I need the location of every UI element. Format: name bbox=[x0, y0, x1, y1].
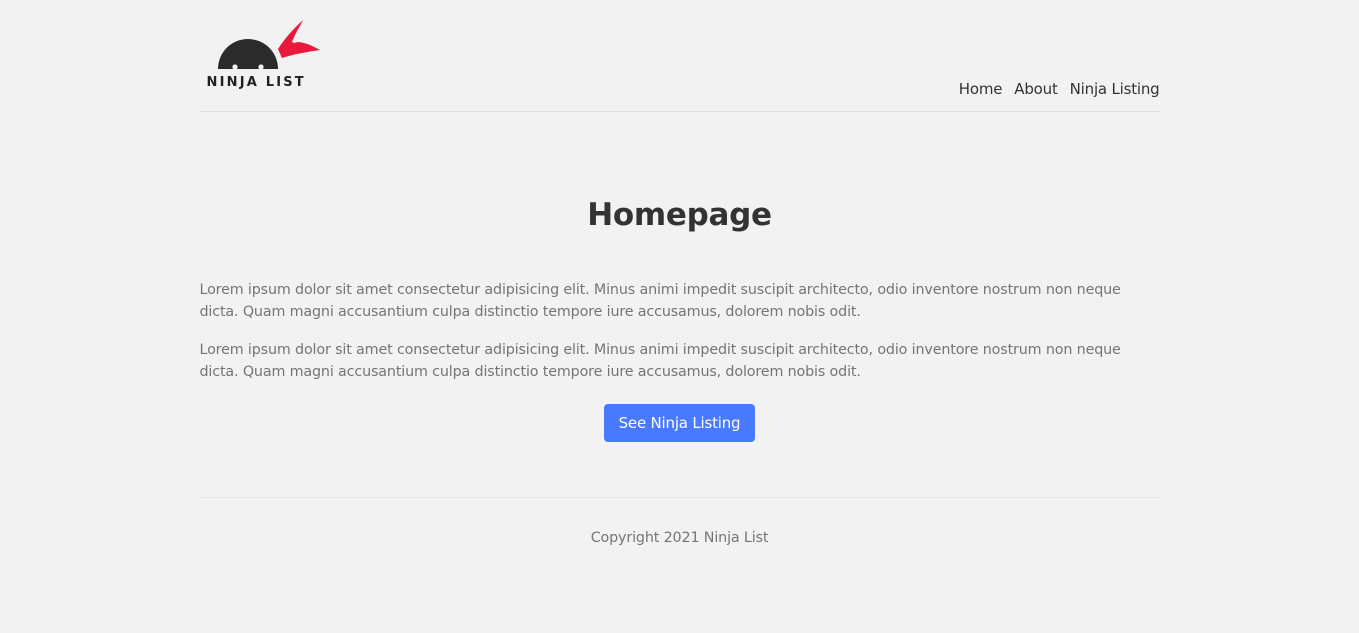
intro-paragraph-1: Lorem ipsum dolor sit amet consectetur a… bbox=[199, 282, 1121, 320]
nav-ninja-listing-link[interactable]: Ninja Listing bbox=[1070, 80, 1160, 98]
intro-paragraph-2: Lorem ipsum dolor sit amet consectetur a… bbox=[199, 342, 1121, 380]
ninja-head-logo-icon bbox=[217, 20, 320, 70]
page-title: Homepage bbox=[587, 197, 772, 233]
main-content: Homepage Lorem ipsum dolor sit amet cons… bbox=[200, 112, 1160, 442]
ninja-list-logo[interactable]: NINJA LIST bbox=[206, 18, 330, 94]
main-nav: Home About Ninja Listing bbox=[959, 80, 1160, 98]
site-footer: Copyright 2021 Ninja List bbox=[199, 497, 1160, 546]
see-ninja-listing-button[interactable]: See Ninja Listing bbox=[603, 404, 756, 442]
site-header: NINJA LIST Home About Ninja Listing bbox=[199, 0, 1160, 112]
nav-about-link[interactable]: About bbox=[1014, 80, 1058, 98]
page: NINJA LIST Home About Ninja Listing Home… bbox=[199, 0, 1160, 633]
logo-text: NINJA LIST bbox=[206, 75, 306, 90]
copyright-text: Copyright 2021 Ninja List bbox=[590, 530, 769, 546]
nav-home-link[interactable]: Home bbox=[959, 80, 1003, 98]
